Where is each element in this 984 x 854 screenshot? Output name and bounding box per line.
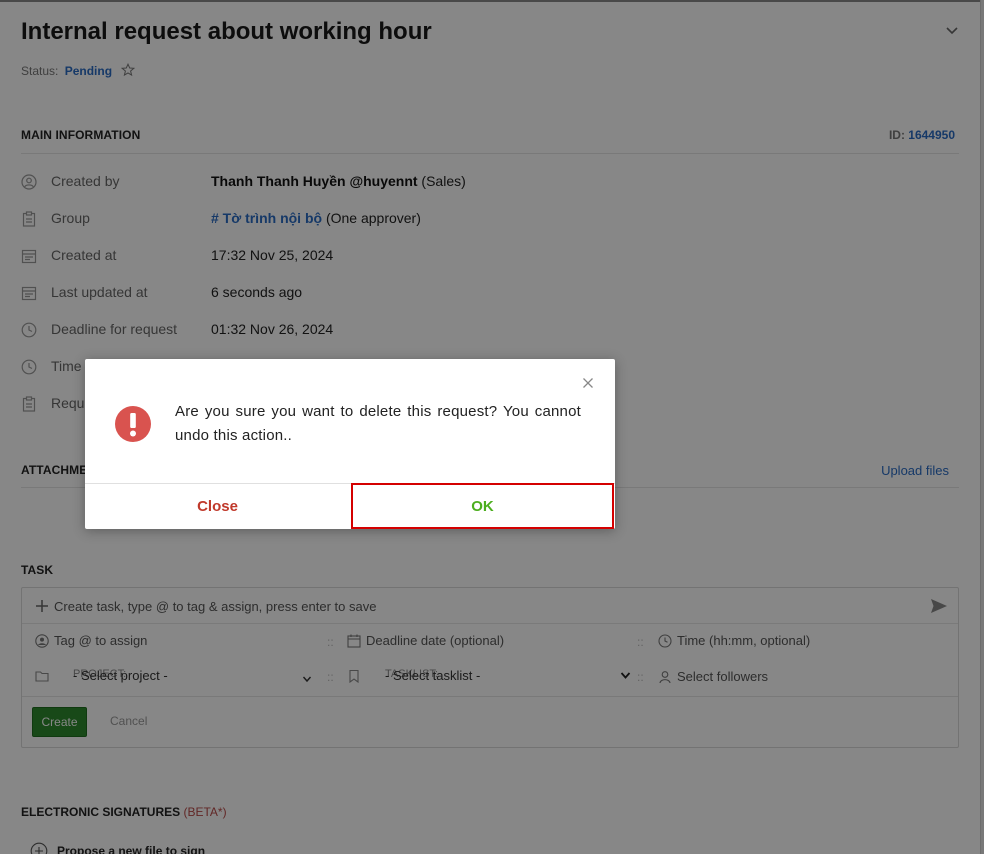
dialog-message: Are you sure you want to delete this req… xyxy=(175,403,581,444)
close-icon[interactable] xyxy=(582,377,594,389)
close-button[interactable]: Close xyxy=(85,484,350,530)
confirm-delete-dialog: Are you sure you want to delete this req… xyxy=(85,359,615,529)
exclamation-circle-icon xyxy=(115,406,151,442)
dialog-footer: Close OK xyxy=(85,483,615,529)
ok-button[interactable]: OK xyxy=(351,483,614,529)
